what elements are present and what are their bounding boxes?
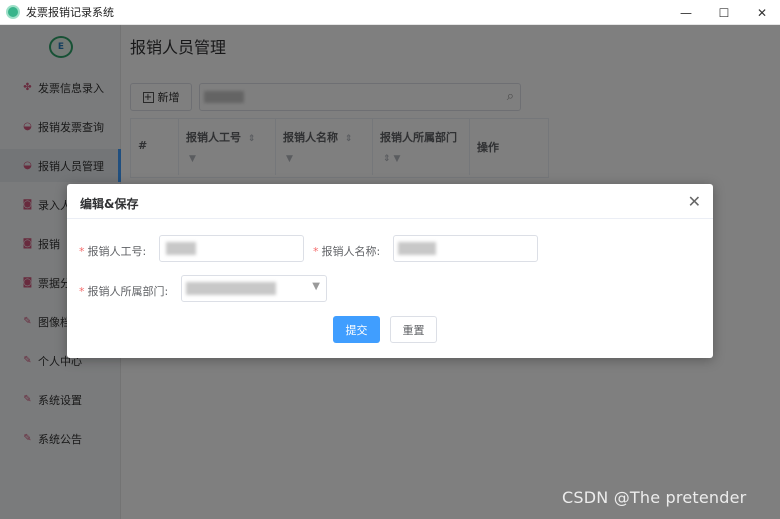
submit-button[interactable]: 提交 [333,316,380,343]
minimize-button[interactable]: — [666,0,706,25]
blurred-value [186,282,276,295]
department-label: * 报销人所属部门: [79,285,169,298]
watermark: CSDN @The pretender [562,488,747,507]
required-mark: * [79,285,85,298]
close-window-button[interactable]: ✕ [742,0,780,25]
window-titlebar: 发票报销记录系统 [0,0,780,25]
employee-id-label: * 报销人工号: [79,245,147,258]
dialog-title: 编辑&保存 [80,197,139,211]
close-icon[interactable]: ✕ [688,192,701,211]
edit-save-dialog: 编辑&保存 ✕ * 报销人工号: * 报销人名称: * 报销人所属部门: ▼ 提交 重… [67,184,713,358]
blurred-value [398,242,436,255]
window-title: 发票报销记录系统 [26,6,114,19]
app-icon [6,5,20,19]
dialog-header: 编辑&保存 ✕ [67,184,713,219]
chevron-down-icon: ▼ [312,281,320,292]
name-label: * 报销人名称: [313,245,381,258]
employee-id-field[interactable] [159,235,304,262]
name-field[interactable] [393,235,538,262]
required-mark: * [79,245,85,258]
reset-button[interactable]: 重置 [390,316,437,343]
blurred-value [166,242,196,255]
department-select[interactable]: ▼ [181,275,327,302]
required-mark: * [313,245,319,258]
maximize-button[interactable]: ☐ [704,0,744,25]
